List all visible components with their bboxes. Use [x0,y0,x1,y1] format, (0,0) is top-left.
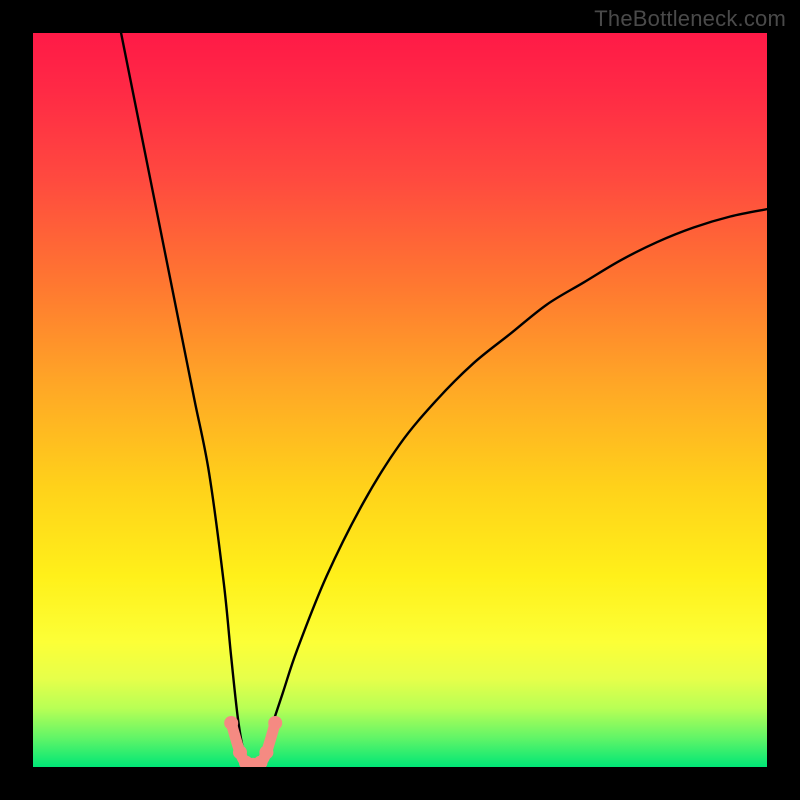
plot-area [33,33,767,767]
marker-dot [259,745,273,759]
chart-svg [33,33,767,767]
marker-dot [268,716,282,730]
bottleneck-curve-line [121,33,767,767]
watermark-text: TheBottleneck.com [594,6,786,32]
marker-points-group [224,716,282,767]
curve-path [121,33,767,767]
marker-dot [224,716,238,730]
chart-frame: TheBottleneck.com [0,0,800,800]
